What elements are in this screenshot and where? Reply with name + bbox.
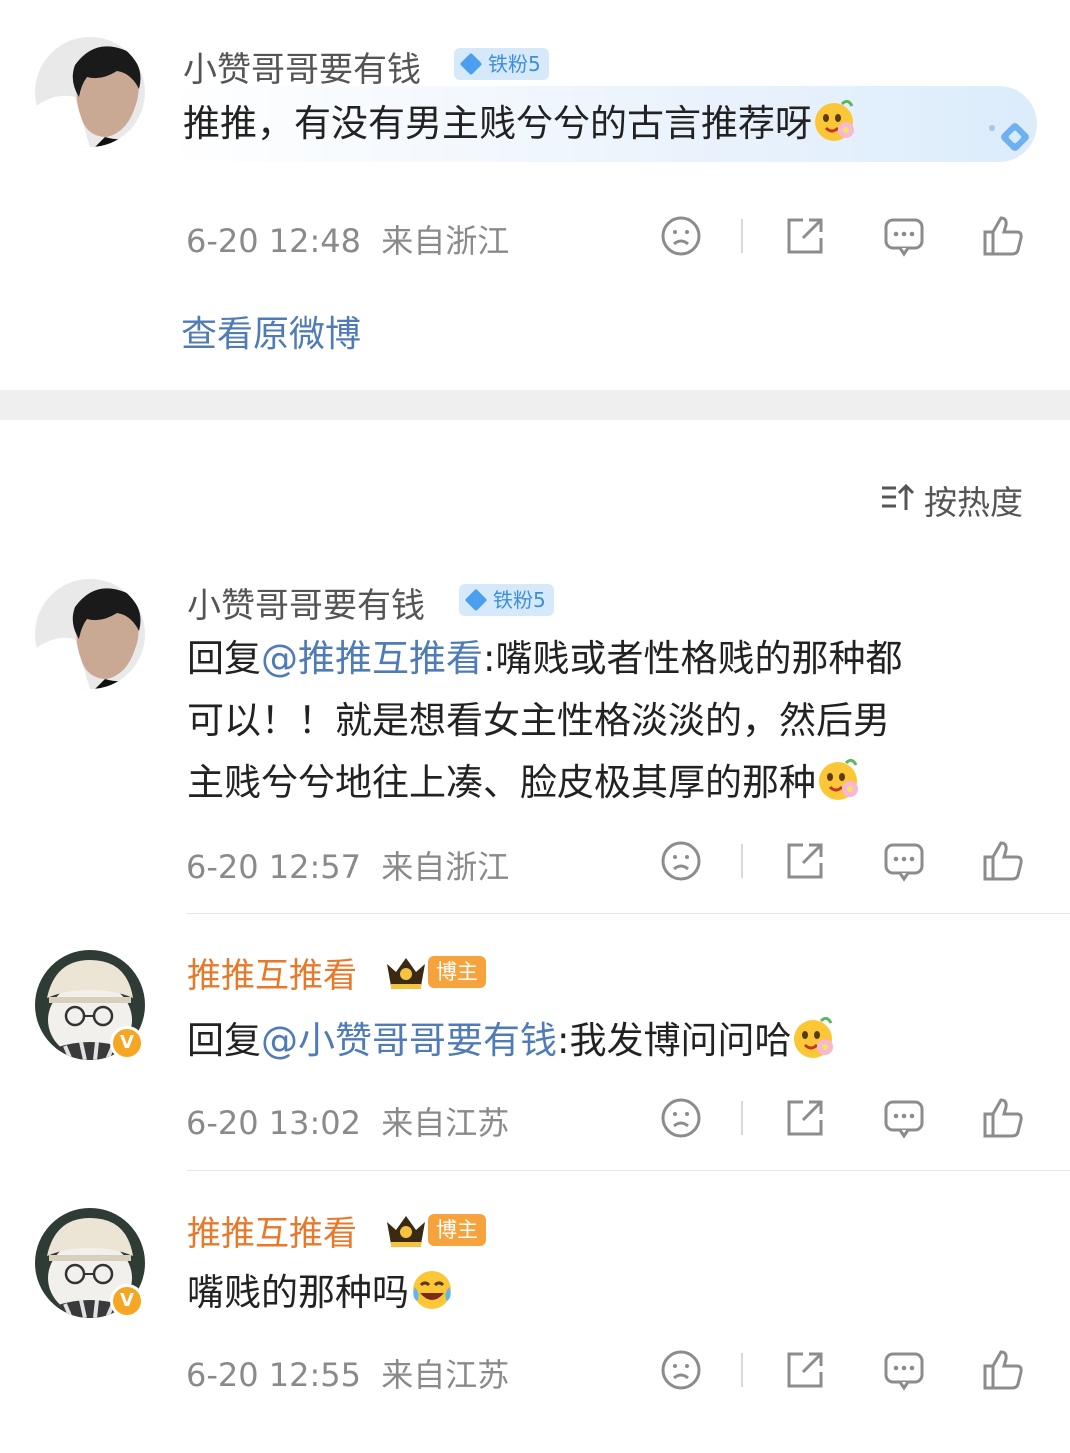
username[interactable]: 小赞哥哥要有钱 — [187, 578, 425, 627]
location: 来自江苏 — [381, 1356, 510, 1394]
original-post: 小赞哥哥要有钱 铁粉5 推推，有没有男主贱兮兮的古言推荐呀 6-20 12:48… — [0, 0, 1070, 390]
username[interactable]: 推推互推看 — [187, 1206, 357, 1255]
view-original-post-link[interactable]: 查看原微博 — [181, 305, 361, 357]
section-separator — [0, 390, 1070, 420]
gem-icon — [989, 123, 1029, 151]
share-icon[interactable] — [781, 1094, 829, 1142]
post-text: 推推，有没有男主贱兮兮的古言推荐呀 — [183, 93, 858, 155]
blogger-badge: 博主 — [428, 1214, 486, 1246]
like-icon[interactable] — [979, 1346, 1027, 1394]
reply-meta: 6-20 12:55 来自江苏 — [186, 1350, 509, 1396]
reply-text-line: 主贱兮兮地往上凑、脸皮极其厚的那种 — [187, 761, 816, 804]
comment-icon[interactable] — [880, 212, 928, 260]
username[interactable]: 小赞哥哥要有钱 — [183, 42, 421, 91]
like-icon[interactable] — [979, 837, 1027, 885]
post-text-content: 推推，有没有男主贱兮兮的古言推荐呀 — [183, 102, 812, 145]
comment-icon[interactable] — [880, 1094, 928, 1142]
mention-link[interactable]: @小赞哥哥要有钱 — [261, 1019, 557, 1062]
location: 来自浙江 — [381, 222, 510, 260]
fan-level-badge: 铁粉5 — [459, 584, 554, 616]
divider — [741, 1101, 743, 1135]
timestamp: 6-20 12:48 — [186, 222, 362, 260]
like-icon[interactable] — [979, 1094, 1027, 1142]
fan-level-badge: 铁粉5 — [454, 48, 549, 80]
verified-badge-label: V — [120, 1290, 134, 1311]
reply-text-content: 嘴贱的那种吗 — [187, 1271, 409, 1314]
crown-icon — [387, 1216, 425, 1247]
avatar[interactable] — [35, 37, 145, 147]
share-icon[interactable] — [781, 1346, 829, 1394]
flower-emoji-icon — [815, 99, 854, 141]
reply-prefix: 回复 — [187, 1019, 261, 1062]
comment-icon[interactable] — [880, 837, 928, 885]
reply-meta: 6-20 12:57 来自浙江 — [186, 842, 509, 888]
reply-text-content: :我发博问问哈 — [557, 1019, 792, 1062]
laugh-cry-emoji-icon — [413, 1271, 451, 1309]
flower-emoji-icon — [794, 1016, 834, 1058]
reply-text: 回复@小赞哥哥要有钱:我发博问问哈 — [187, 1010, 837, 1072]
share-icon[interactable] — [781, 212, 829, 260]
timestamp: 6-20 13:02 — [186, 1104, 362, 1142]
reply-item: V 推推互推看 博主 回复@小赞哥哥要有钱:我发博问问哈 6-20 13:02 … — [0, 940, 1070, 1170]
fan-badge-label: 铁粉5 — [488, 52, 541, 76]
dislike-icon[interactable] — [657, 212, 705, 260]
diamond-icon — [459, 52, 483, 76]
reply-meta: 6-20 13:02 来自江苏 — [186, 1098, 509, 1144]
blogger-badge: 博主 — [428, 956, 486, 988]
reply-text: 嘴贱的那种吗 — [187, 1262, 455, 1324]
username[interactable]: 推推互推看 — [187, 948, 357, 997]
timestamp: 6-20 12:57 — [186, 848, 362, 886]
reply-prefix: 回复 — [187, 637, 261, 680]
divider — [187, 1170, 1070, 1171]
fan-badge-label: 铁粉5 — [493, 588, 546, 612]
mention-link[interactable]: @推推互推看 — [261, 637, 483, 680]
dislike-icon[interactable] — [657, 1094, 705, 1142]
reply-text-line: 可以！！就是想看女主性格淡淡的，然后男 — [187, 699, 890, 742]
sort-icon — [882, 483, 915, 510]
comment-icon[interactable] — [880, 1346, 928, 1394]
flower-emoji-icon — [819, 758, 858, 800]
divider — [741, 219, 743, 253]
dislike-icon[interactable] — [657, 837, 705, 885]
verified-badge: V — [110, 1026, 144, 1060]
reply-text: 回复@推推互推看:嘴贱或者性格贱的那种都 可以！！就是想看女主性格淡淡的，然后男… — [187, 628, 1057, 814]
reply-item: V 推推互推看 博主 嘴贱的那种吗 6-20 12:55 来自江苏 — [0, 1196, 1070, 1426]
avatar[interactable] — [35, 579, 145, 689]
divider — [741, 1353, 743, 1387]
divider — [187, 913, 1070, 914]
post-meta: 6-20 12:48 来自浙江 — [186, 216, 509, 262]
location: 来自江苏 — [381, 1104, 510, 1142]
sort-label: 按热度 — [924, 483, 1023, 522]
verified-badge: V — [110, 1284, 144, 1318]
diamond-icon — [464, 588, 488, 612]
verified-badge-label: V — [120, 1032, 134, 1053]
like-icon[interactable] — [979, 212, 1027, 260]
dislike-icon[interactable] — [657, 1346, 705, 1394]
timestamp: 6-20 12:55 — [186, 1356, 362, 1394]
reply-item: 小赞哥哥要有钱 铁粉5 回复@推推互推看:嘴贱或者性格贱的那种都 可以！！就是想… — [0, 560, 1070, 905]
reply-text-line: :嘴贱或者性格贱的那种都 — [483, 637, 903, 680]
location: 来自浙江 — [381, 848, 510, 886]
share-icon[interactable] — [781, 837, 829, 885]
crown-icon — [387, 958, 425, 989]
divider — [741, 844, 743, 878]
